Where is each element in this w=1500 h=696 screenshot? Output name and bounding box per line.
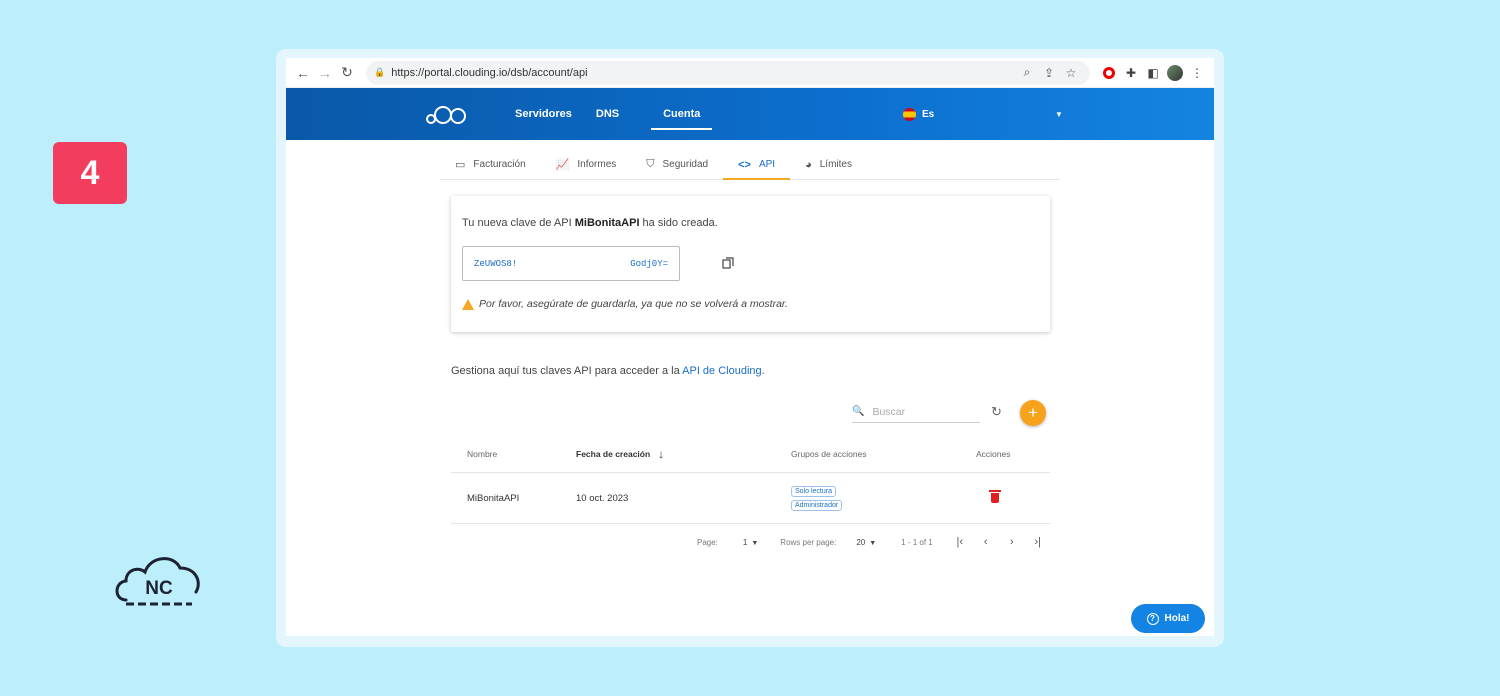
spain-flag-icon — [903, 108, 916, 121]
back-icon[interactable]: ← — [292, 62, 314, 84]
page-label: Page: — [697, 537, 718, 547]
api-key-end: Godj0Y= — [630, 258, 668, 269]
api-keys-table: Nombre Fecha de creación ↓ Grupos de acci… — [451, 436, 1050, 524]
api-key-field[interactable]: ZeUWOS8! Godj0Y= — [462, 246, 680, 281]
nav-cuenta[interactable]: Cuenta — [651, 88, 713, 140]
manage-keys-text: Gestiona aquí tus claves API para accede… — [451, 365, 765, 377]
copy-icon[interactable] — [722, 257, 734, 269]
nc-cloud-logo: NC — [115, 557, 200, 606]
tab-label: Informes — [577, 159, 617, 170]
col-header-actions: Acciones — [976, 449, 1011, 459]
created-date-cell: 10 oct. 2023 — [576, 492, 629, 504]
zoom-icon[interactable]: ⌕ — [1016, 65, 1038, 80]
tab-seguridad[interactable]: ⛉ Seguridad — [631, 150, 723, 179]
bookmark-star-icon[interactable]: ☆ — [1060, 66, 1082, 80]
warning-icon — [462, 298, 474, 310]
add-api-key-button[interactable]: + — [1020, 400, 1046, 426]
groups-cell: Solo lectura Administrador — [791, 485, 976, 511]
caret-down-icon: ▼ — [869, 539, 877, 547]
tab-label: Seguridad — [662, 159, 709, 170]
shield-icon: ⛉ — [646, 158, 655, 170]
caret-down-icon: ▼ — [751, 539, 759, 547]
pagination: Page: 1 ▼ Rows per page: 20 ▼ 1 - 1 of 1 |… — [697, 536, 1051, 548]
table-row: MiBonitaAPI 10 oct. 2023 Solo lectura Ad… — [451, 473, 1050, 524]
url-text[interactable]: https://portal.clouding.io/dsb/account/a… — [391, 67, 587, 79]
line-chart-icon: 📈 — [555, 159, 570, 171]
delete-icon[interactable] — [989, 490, 1001, 503]
warning-text: Por favor, asegúrate de guardarla, ya qu… — [479, 298, 788, 310]
code-icon: <> — [738, 158, 751, 171]
search-box: 🔍 — [852, 401, 980, 423]
credit-card-icon: ▭ — [455, 159, 466, 171]
col-header-date[interactable]: Fecha de creación ↓ — [576, 447, 791, 461]
reload-icon[interactable]: ↻ — [336, 62, 358, 84]
help-icon: ? — [1146, 612, 1159, 625]
tab-api[interactable]: <> API — [723, 150, 791, 180]
group-chip: Solo lectura — [791, 485, 836, 497]
browser-window: ← → ↻ 🔒 https://portal.clouding.io/dsb/a… — [286, 58, 1214, 636]
app-header: Servidores DNS Cuenta Es ▼ — [286, 88, 1214, 140]
lock-icon: 🔒 — [374, 67, 386, 77]
share-icon[interactable]: ⇪ — [1038, 66, 1060, 80]
group-chip: Administrador — [791, 499, 843, 511]
nav-servidores[interactable]: Servidores — [503, 88, 584, 140]
search-input[interactable] — [872, 405, 973, 418]
browser-toolbar: ← → ↻ 🔒 https://portal.clouding.io/dsb/a… — [286, 58, 1214, 88]
tab-label: API — [758, 159, 776, 170]
col-header-name[interactable]: Nombre — [451, 449, 576, 459]
prev-page-icon[interactable]: ‹ — [973, 536, 999, 548]
forward-icon[interactable]: → — [314, 62, 336, 84]
page-select[interactable]: 1 ▼ — [743, 538, 758, 547]
col-header-groups: Grupos de acciones — [791, 449, 867, 459]
tab-informes[interactable]: 📈 Informes — [541, 150, 632, 179]
language-selector[interactable]: Es — [903, 108, 934, 121]
tab-limites[interactable]: ◕ Límites — [790, 150, 867, 179]
tab-facturacion[interactable]: ▭ Facturación — [440, 150, 541, 179]
account-tabs: ▭ Facturación 📈 Informes ⛉ Seguridad <> … — [440, 150, 1060, 180]
language-label: Es — [922, 109, 935, 120]
new-key-card: Tu nueva clave de API MiBonitaAPI ha sid… — [451, 196, 1050, 332]
step-number-badge: 4 — [53, 142, 127, 204]
api-docs-link[interactable]: API de Clouding — [682, 365, 762, 377]
key-created-message: Tu nueva clave de API MiBonitaAPI ha sid… — [462, 217, 718, 229]
chat-label: Hola! — [1164, 613, 1190, 624]
table-header: Nombre Fecha de creación ↓ Grupos de acci… — [451, 436, 1050, 473]
nav-dns[interactable]: DNS — [584, 88, 631, 140]
tab-label: Facturación — [473, 159, 526, 170]
page-range: 1 - 1 of 1 — [901, 537, 933, 547]
sort-down-icon[interactable]: ↓ — [658, 447, 664, 461]
clouding-logo[interactable] — [426, 104, 468, 126]
extensions-puzzle-icon[interactable]: ✚ — [1120, 62, 1142, 84]
browser-menu-icon[interactable]: ⋮ — [1186, 62, 1208, 84]
svg-text:NC: NC — [145, 578, 173, 599]
save-key-warning: Por favor, asegúrate de guardarla, ya qu… — [462, 298, 788, 310]
tab-label: Límites — [819, 159, 852, 170]
rows-per-page-label: Rows per page: — [780, 537, 837, 547]
address-bar[interactable]: 🔒 https://portal.clouding.io/dsb/account… — [366, 60, 1090, 85]
last-page-icon[interactable]: ›| — [1025, 536, 1051, 548]
first-page-icon[interactable]: |‹ — [947, 536, 973, 548]
key-name: MiBonitaAPI — [574, 217, 640, 229]
api-key-start: ZeUWOS8! — [474, 258, 518, 269]
key-name-cell: MiBonitaAPI — [467, 492, 520, 504]
rows-per-page-select[interactable]: 20 ▼ — [856, 538, 876, 547]
refresh-icon[interactable]: ↻ — [991, 404, 1002, 420]
opera-extension-icon[interactable] — [1098, 62, 1120, 84]
side-panel-icon[interactable]: ◧ — [1142, 62, 1164, 84]
next-page-icon[interactable]: › — [999, 536, 1025, 548]
search-icon: 🔍 — [852, 406, 865, 417]
chat-help-button[interactable]: ? Hola! — [1131, 604, 1205, 633]
pie-chart-icon: ◕ — [805, 158, 812, 171]
language-dropdown-icon[interactable]: ▼ — [1055, 110, 1063, 119]
actions-cell — [976, 490, 1050, 503]
main-nav: Servidores DNS Cuenta — [503, 88, 713, 140]
profile-avatar[interactable] — [1164, 62, 1186, 84]
